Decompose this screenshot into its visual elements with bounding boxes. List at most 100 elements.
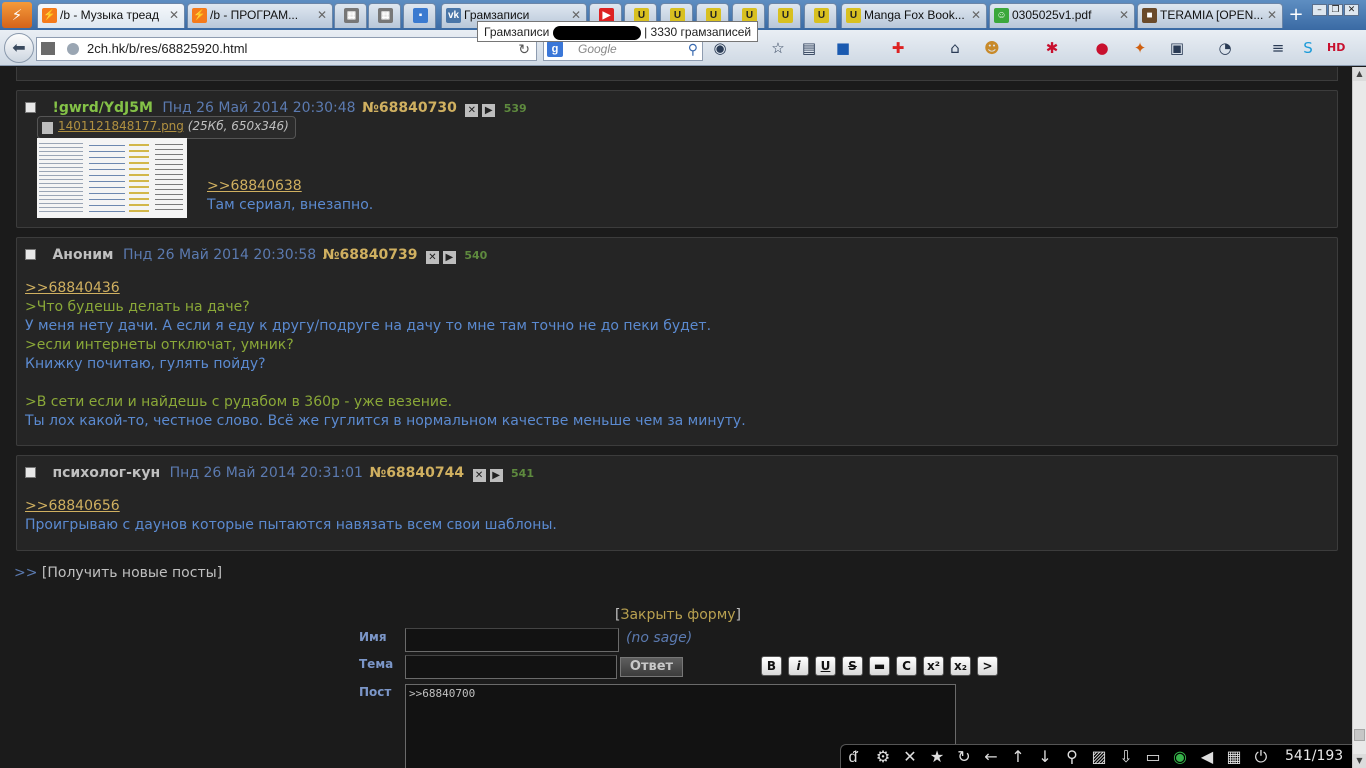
get-new-posts-link[interactable]: [Получить новые посты] — [42, 565, 222, 581]
reply-link[interactable]: >>68840436 — [25, 280, 120, 296]
close-icon[interactable]: ✕ — [1267, 4, 1277, 27]
tab-pinned-u-6[interactable]: U — [804, 3, 837, 28]
download-icon[interactable]: ⇩ — [1116, 747, 1136, 767]
subscript-button[interactable]: x₂ — [950, 656, 971, 676]
arrow-left-icon[interactable]: ← — [981, 747, 1001, 767]
scroll-thumb[interactable] — [1354, 729, 1365, 741]
spoiler-button[interactable]: ▬ — [869, 656, 890, 676]
favorite-star-icon[interactable]: ★ — [927, 747, 947, 767]
greasemonkey-icon[interactable]: ✦ — [1131, 39, 1149, 57]
skype-icon[interactable]: S — [1299, 39, 1317, 57]
tab-music-thread[interactable]: ⚡ /b - Музыка треад ✕ — [37, 3, 185, 28]
sync-icon[interactable]: ◔ — [1216, 39, 1234, 57]
addon-box-icon[interactable]: ▣ — [1168, 39, 1186, 57]
minimize-icon[interactable]: – — [1312, 4, 1327, 16]
hide-post-icon[interactable]: ✕ — [465, 104, 479, 117]
underline-button[interactable]: U — [815, 656, 836, 676]
tab-manga-fox[interactable]: U Manga Fox Book... ✕ — [841, 3, 987, 28]
chat-icon: ▪ — [413, 8, 428, 23]
post-number[interactable]: №68840739 — [323, 247, 418, 263]
tab-pinned-page-1[interactable]: ▦ — [334, 3, 367, 28]
tab-teramia[interactable]: ■ TERAMIA [OPEN... ✕ — [1137, 3, 1283, 28]
post-date: Пнд 26 Май 2014 20:31:01 — [169, 465, 363, 481]
thumb-folder-icons — [129, 140, 149, 214]
mute-icon[interactable]: ◀ — [1197, 747, 1217, 767]
post-count: 540 — [464, 249, 488, 262]
firefox-menu-button[interactable]: ⚡ — [2, 2, 32, 28]
arrow-up-icon[interactable]: ↑ — [1008, 747, 1028, 767]
arrow-down-icon[interactable]: ↓ — [1035, 747, 1055, 767]
refresh-icon[interactable]: ↻ — [954, 747, 974, 767]
pattern-icon[interactable]: ▨ — [1089, 747, 1109, 767]
post-number[interactable]: №68840744 — [369, 465, 464, 481]
name-field[interactable] — [405, 628, 619, 652]
scroll-down-arrow[interactable]: ▼ — [1353, 754, 1366, 768]
file-name-link[interactable]: 1401121848177.png — [58, 119, 184, 133]
home-icon[interactable]: ⌂ — [946, 39, 964, 57]
tab-pdf[interactable]: ☺ 0305025v1.pdf ✕ — [989, 3, 1135, 28]
get-new-posts[interactable]: >> [Получить новые посты] — [14, 565, 222, 581]
play-icon[interactable]: ▶ — [482, 104, 496, 117]
play-icon[interactable]: ▶ — [489, 469, 503, 482]
smiley-icon: ☺ — [994, 8, 1009, 23]
italic-button[interactable]: i — [788, 656, 809, 676]
bookmark-star-icon[interactable]: ☆ — [769, 39, 787, 57]
markup-toolbar: Bi U S ▬ Cx² x₂ > — [761, 656, 1004, 678]
tab-pinned-u-5[interactable]: U — [768, 3, 801, 28]
post-checkbox[interactable] — [25, 249, 36, 260]
addon-plus-icon[interactable]: ✚ — [889, 39, 907, 57]
tab-program[interactable]: ⚡ /b - ПРОГРАМ... ✕ — [187, 3, 333, 28]
submit-button[interactable]: Ответ — [620, 657, 683, 677]
search-placeholder: Google — [578, 42, 617, 56]
quote-line: >В сети если и найдешь с рудабом в 360р … — [25, 394, 453, 410]
close-form-link[interactable]: Закрыть форму — [620, 607, 735, 623]
menu-icon[interactable]: ≡ — [1269, 39, 1287, 57]
back-button[interactable]: ⬅ — [4, 33, 34, 63]
grid-icon[interactable]: ▦ — [1224, 747, 1244, 767]
bookmarks-list-icon[interactable]: ▤ — [800, 39, 818, 57]
close-icon[interactable]: ✕ — [317, 4, 327, 27]
image-thumbnail[interactable] — [37, 138, 187, 218]
code-button[interactable]: C — [896, 656, 917, 676]
post-checkbox[interactable] — [25, 102, 36, 113]
settings-icon[interactable]: ⚙ — [873, 747, 893, 767]
cat-addon-icon[interactable]: ☻ — [983, 39, 1001, 57]
save-icon[interactable]: ■ — [834, 39, 852, 57]
hide-post-icon[interactable]: ✕ — [472, 469, 486, 482]
bold-button[interactable]: B — [761, 656, 782, 676]
post-number[interactable]: №68840730 — [362, 100, 457, 116]
tab-pinned-chat[interactable]: ▪ — [403, 3, 436, 28]
close-window-icon[interactable]: ✕ — [1344, 4, 1359, 16]
superscript-button[interactable]: x² — [923, 656, 944, 676]
close-icon[interactable]: ✕ — [169, 4, 179, 27]
extension-logo-icon[interactable]: ᵭ — [843, 747, 863, 767]
scroll-up-arrow[interactable]: ▲ — [1353, 67, 1366, 81]
new-tab-button[interactable]: + — [1284, 5, 1308, 25]
eye-icon[interactable]: ◉ — [1170, 747, 1190, 767]
close-icon[interactable]: ✕ — [1119, 4, 1129, 27]
close-icon[interactable]: ✕ — [971, 4, 981, 27]
search-icon[interactable]: ⚲ — [1062, 747, 1082, 767]
tab-label: Manga Fox Book... — [864, 8, 965, 22]
play-icon[interactable]: ▶ — [442, 251, 456, 264]
save-icon[interactable]: ▭ — [1143, 747, 1163, 767]
u-icon: U — [846, 8, 861, 23]
reply-link[interactable]: >>68840656 — [25, 498, 120, 514]
strike-button[interactable]: S — [842, 656, 863, 676]
hide-post-icon[interactable]: ✕ — [425, 251, 439, 264]
post-checkbox[interactable] — [25, 467, 36, 478]
hd-icon[interactable]: HD — [1327, 39, 1345, 57]
adblock-icon[interactable]: ● — [1093, 39, 1111, 57]
tab-pinned-page-2[interactable]: ▦ — [368, 3, 401, 28]
url-bar[interactable]: 2ch.hk/b/res/68825920.html ↻ — [36, 37, 537, 61]
reply-link[interactable]: >>68840638 — [207, 178, 302, 194]
subject-field[interactable] — [405, 655, 617, 679]
quote-button[interactable]: > — [977, 656, 998, 676]
close-form[interactable]: [Закрыть форму] — [615, 607, 741, 623]
post-count: 539 — [503, 102, 527, 115]
page-scrollbar[interactable]: ▲ ▼ — [1352, 67, 1366, 768]
power-icon[interactable]: ⏻ — [1251, 747, 1271, 767]
addon-asterisk-icon[interactable]: ✱ — [1043, 39, 1061, 57]
restore-icon[interactable]: ❐ — [1328, 4, 1343, 16]
close-icon[interactable]: ✕ — [900, 747, 920, 767]
